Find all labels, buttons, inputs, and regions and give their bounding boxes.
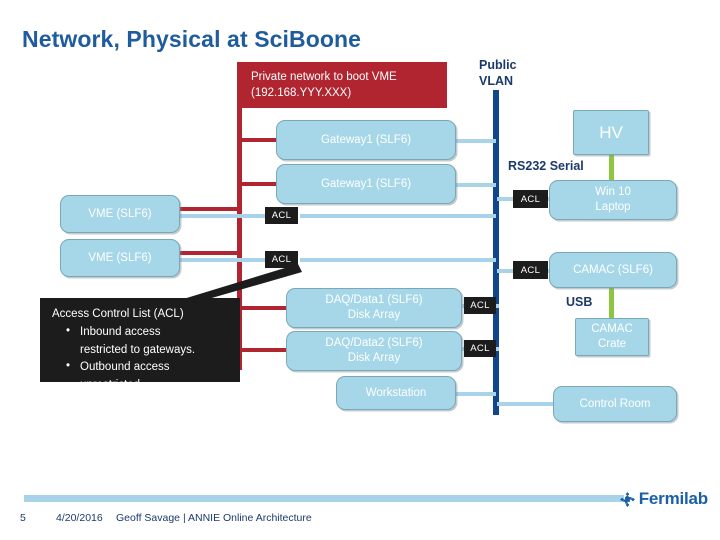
acl-chip-vme1[interactable]: ACL	[265, 207, 298, 224]
fermilab-logo: Fermilab	[619, 489, 708, 509]
acl-callout-bullet-1: Inbound access restricted to gateways.	[66, 323, 230, 359]
acl-chip-daq2-label: ACL	[470, 343, 490, 354]
link-vme1-to-acl	[176, 214, 271, 218]
acl-callout-box: Access Control List (ACL) Inbound access…	[40, 298, 240, 391]
usb-link	[609, 288, 614, 320]
node-workstation[interactable]: Workstation	[336, 376, 456, 410]
node-win10-laptop[interactable]: Win 10 Laptop	[549, 180, 677, 220]
node-camac[interactable]: CAMAC (SLF6)	[549, 252, 677, 288]
node-vme2[interactable]: VME (SLF6)	[60, 239, 180, 277]
usb-label: USB	[566, 295, 593, 309]
link-vlan-to-acl-camac	[497, 269, 513, 273]
link-vlan-to-acl-win10	[497, 197, 513, 201]
acl-chip-camac[interactable]: ACL	[513, 261, 548, 279]
private-branch-vme1	[176, 207, 241, 211]
public-vlan-line2: VLAN	[479, 73, 514, 88]
node-daq-data2-sublabel: Disk Array	[347, 352, 401, 364]
private-branch-vme2	[176, 251, 241, 255]
acl-chip-vme1-label: ACL	[271, 210, 292, 221]
acl-callout-bullet-1-line2: restricted to gateways.	[80, 343, 196, 356]
node-daq-data1-sublabel: Disk Array	[347, 309, 401, 321]
link-gateway2-to-vlan	[456, 183, 496, 187]
footer-page-number: 5	[20, 512, 26, 524]
page-title: Network, Physical at SciBoone	[22, 26, 362, 52]
link-vlan-to-control-room	[497, 402, 557, 406]
rs232-serial-label: RS232 Serial	[508, 159, 584, 173]
public-vlan-line1: Public	[479, 58, 517, 72]
private-network-line1: Private network to boot VME	[251, 71, 397, 83]
node-camac-label: CAMAC (SLF6)	[573, 263, 653, 276]
node-daq-data1-label: DAQ/Data1 (SLF6)	[325, 294, 423, 307]
footer-divider-bar	[24, 495, 624, 502]
node-daq-data2-label: DAQ/Data2 (SLF6)	[325, 337, 423, 350]
link-acl-to-vlan-vme1	[300, 214, 496, 218]
private-network-box: Private network to boot VME (192.168.YYY…	[237, 62, 447, 108]
acl-callout-bullet-1-line1: Inbound access	[80, 326, 161, 339]
footer-text: Geoff Savage | ANNIE Online Architecture	[116, 512, 312, 524]
link-acl-to-vlan-vme2	[300, 258, 496, 262]
private-network-line2: (192.168.YYY.XXX)	[251, 87, 352, 100]
acl-callout-bullet-list: Inbound access restricted to gateways. O…	[52, 323, 230, 394]
acl-chip-camac-label: ACL	[520, 264, 541, 276]
acl-callout-bullet-2: Outbound access unrestricted.	[66, 358, 230, 394]
node-win10-laptop-sublabel: Laptop	[595, 201, 631, 213]
private-branch-daq2	[237, 348, 291, 352]
node-gateway2[interactable]: Gateway1 (SLF6)	[276, 164, 456, 204]
acl-chip-daq2[interactable]: ACL	[464, 340, 496, 357]
acl-chip-win10[interactable]: ACL	[513, 190, 548, 208]
node-camac-crate-sublabel: Crate	[597, 338, 627, 350]
fermilab-mark-icon	[619, 491, 635, 507]
acl-chip-win10-label: ACL	[520, 193, 541, 205]
node-vme2-label: VME (SLF6)	[88, 251, 152, 264]
node-hv-label: HV	[599, 122, 623, 142]
fermilab-logo-text: Fermilab	[638, 489, 708, 508]
footer-date: 4/20/2016	[56, 512, 103, 524]
node-gateway2-label: Gateway1 (SLF6)	[320, 177, 412, 190]
acl-chip-daq1-label: ACL	[470, 300, 490, 311]
node-daq-data1[interactable]: DAQ/Data1 (SLF6) Disk Array	[286, 288, 462, 328]
node-daq-data2[interactable]: DAQ/Data2 (SLF6) Disk Array	[286, 331, 462, 371]
acl-chip-daq1[interactable]: ACL	[464, 297, 496, 314]
acl-callout-header: Access Control List (ACL)	[52, 308, 184, 320]
slide-canvas: Network, Physical at SciBoone Private ne…	[0, 0, 720, 540]
node-workstation-label: Workstation	[365, 386, 427, 399]
node-camac-crate[interactable]: CAMAC Crate	[575, 318, 649, 356]
node-gateway1[interactable]: Gateway1 (SLF6)	[276, 120, 456, 160]
acl-callout-bullet-2-line2: unrestricted.	[80, 378, 144, 391]
node-control-room[interactable]: Control Room	[553, 386, 677, 422]
link-gateway1-to-vlan	[456, 139, 496, 143]
node-gateway1-label: Gateway1 (SLF6)	[320, 133, 412, 146]
node-camac-crate-label: CAMAC	[591, 323, 633, 336]
node-hv[interactable]: HV	[573, 110, 649, 155]
node-win10-laptop-label: Win 10	[595, 186, 631, 199]
acl-callout-bullet-2-line1: Outbound access	[80, 361, 170, 374]
node-vme1-label: VME (SLF6)	[88, 207, 152, 220]
public-vlan-label: Public VLAN	[479, 58, 517, 90]
node-vme1[interactable]: VME (SLF6)	[60, 195, 180, 233]
node-control-room-label: Control Room	[579, 397, 651, 410]
